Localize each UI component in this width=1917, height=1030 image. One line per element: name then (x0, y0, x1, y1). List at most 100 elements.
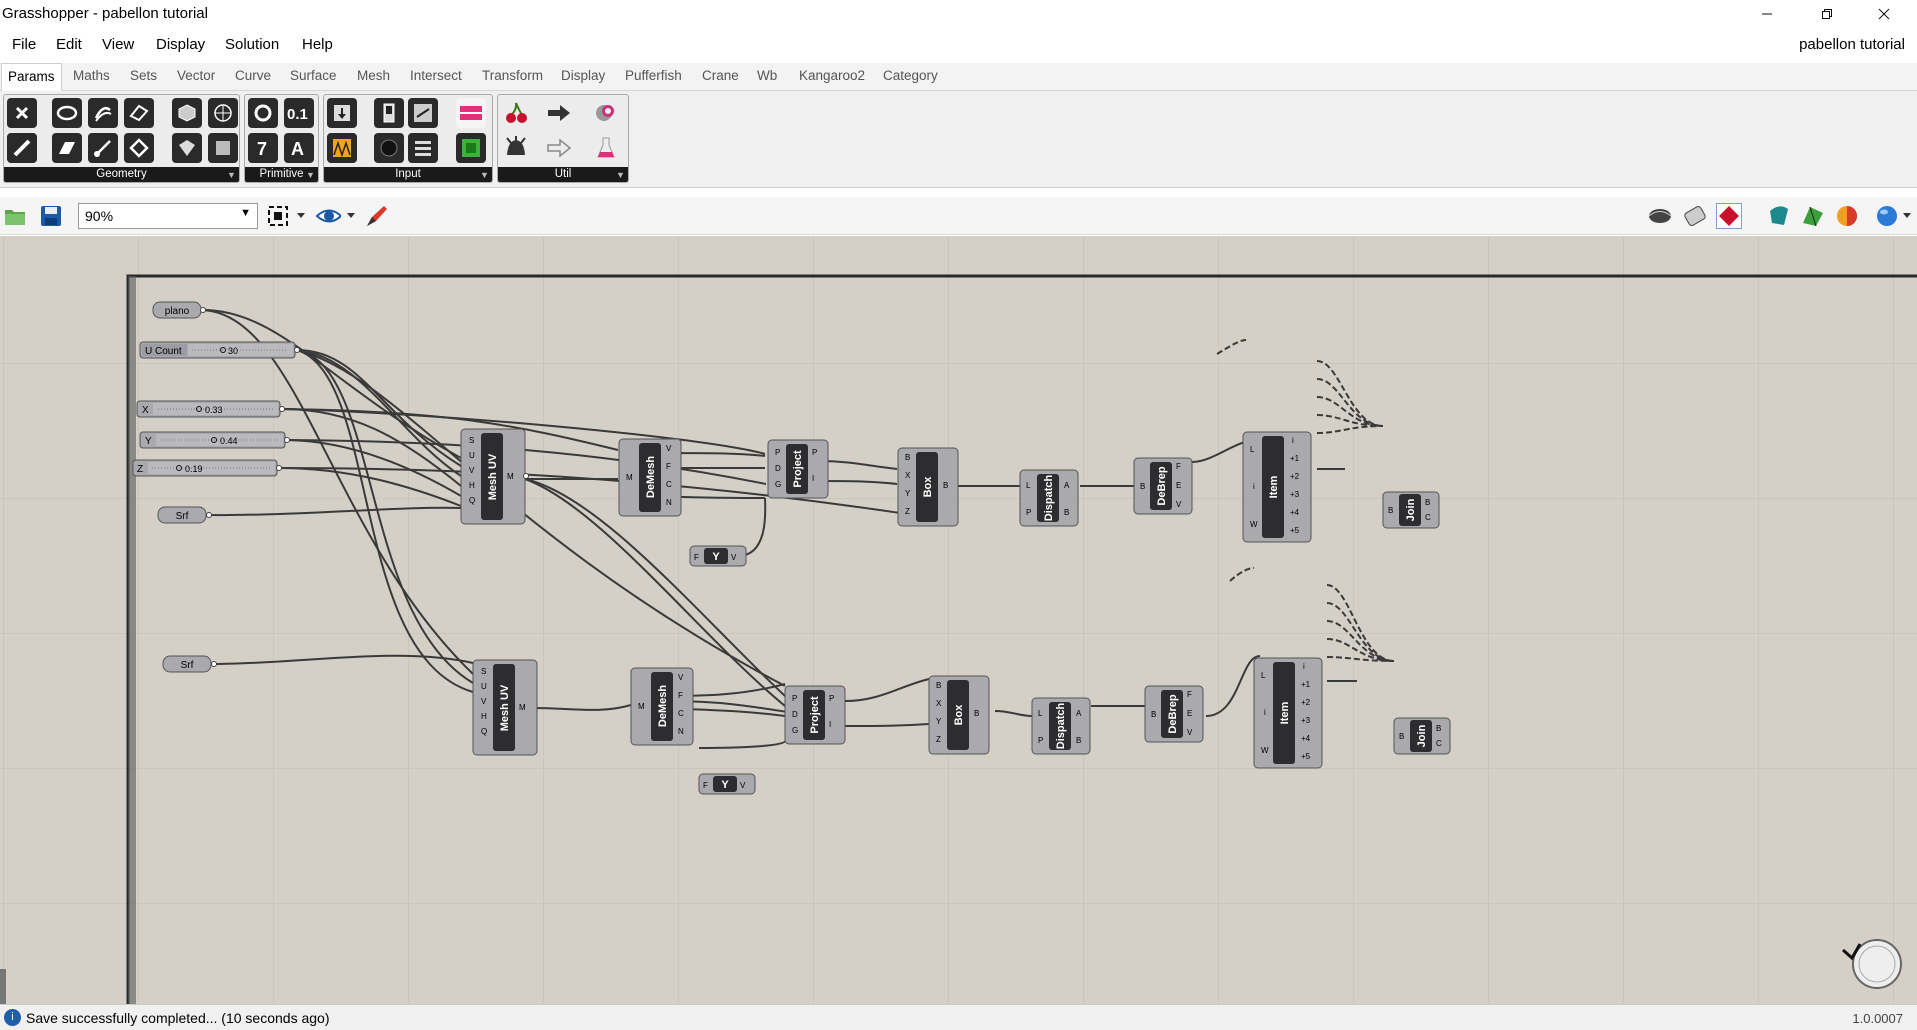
boolean-param-icon[interactable] (248, 98, 278, 128)
arc-param-icon[interactable] (88, 98, 118, 128)
plane-param-icon[interactable] (52, 133, 82, 163)
component-mesh-uv-top[interactable]: Mesh UV S U V H Q M (460, 428, 529, 525)
component-dispatch-top[interactable]: Dispatch L P A B (1019, 469, 1079, 527)
param-plano[interactable]: plano (152, 301, 206, 319)
slider-y[interactable]: Y 0.44 (139, 431, 290, 449)
component-join-bottom[interactable]: Join B B C (1393, 717, 1451, 755)
param-srf-bottom[interactable]: Srf (162, 655, 217, 673)
zoom-level-select[interactable]: 90% ▼ (78, 203, 258, 229)
open-file-icon[interactable] (2, 203, 28, 229)
tab-pufferfish[interactable]: Pufferfish (625, 68, 682, 83)
chevron-down-icon[interactable] (294, 203, 308, 229)
circle-param-icon[interactable] (52, 98, 82, 128)
component-dispatch-bottom[interactable]: Dispatch L P A B (1031, 697, 1091, 755)
component-project-top[interactable]: Project P D G P I (767, 439, 829, 499)
component-debrep-bottom[interactable]: DeBrep B F E V (1144, 685, 1204, 743)
box-param-icon[interactable] (172, 98, 202, 128)
component-item-bottom[interactable]: Item L i W i +1 +2 +3 +4 +5 (1253, 657, 1323, 769)
chevron-down-icon[interactable] (344, 203, 358, 229)
slider-u-count[interactable]: U Count 30 (139, 341, 300, 359)
tab-transform[interactable]: Transform (482, 68, 543, 83)
close-button[interactable] (1862, 0, 1906, 28)
component-box-top[interactable]: Box B X Y Z B (897, 447, 959, 527)
menu-file[interactable]: File (12, 36, 36, 53)
panel-expand-icon[interactable]: ▼ (306, 171, 315, 180)
component-box-bottom[interactable]: Box B X Y Z B (928, 675, 990, 755)
component-demesh-top[interactable]: DeMesh M V F C N (618, 438, 682, 517)
button-icon[interactable] (374, 133, 404, 163)
line-param-icon[interactable] (7, 133, 37, 163)
geometry-param-icon[interactable] (208, 133, 238, 163)
data-input-icon[interactable] (544, 133, 574, 163)
component-expression-top[interactable]: Y F V (689, 545, 747, 567)
preview-eye-icon[interactable] (315, 203, 341, 229)
component-join-top[interactable]: Join B B C (1382, 491, 1440, 529)
value-list-icon[interactable] (408, 133, 438, 163)
slider-x[interactable]: X 0.33 (136, 400, 285, 418)
image-sampler-icon[interactable] (456, 133, 486, 163)
tab-category[interactable]: Category (883, 68, 938, 83)
tab-maths[interactable]: Maths (73, 68, 110, 83)
preview-shaded-icon[interactable] (1682, 203, 1708, 229)
flask-icon[interactable] (591, 133, 621, 163)
tab-wb[interactable]: Wb (757, 68, 777, 83)
tab-display[interactable]: Display (561, 68, 605, 83)
point-param-icon[interactable] (7, 98, 37, 128)
tab-intersect[interactable]: Intersect (410, 68, 462, 83)
component-project-bottom[interactable]: Project P D G P I (784, 685, 846, 745)
gradient-icon[interactable] (456, 98, 486, 128)
slider-icon[interactable] (408, 98, 438, 128)
mesh-quality-icon[interactable] (1800, 203, 1826, 229)
preview-selected-icon[interactable] (1716, 203, 1742, 229)
cherry-picker-icon[interactable] (501, 98, 531, 128)
menu-solution[interactable]: Solution (225, 36, 279, 53)
tab-curve[interactable]: Curve (235, 68, 271, 83)
number-param-icon[interactable]: 0.1 (284, 98, 314, 128)
component-expression-bottom[interactable]: Y F V (698, 773, 756, 795)
restore-button[interactable] (1805, 0, 1849, 28)
material-sphere-icon[interactable] (1834, 203, 1860, 229)
panel-expand-icon[interactable]: ▼ (227, 171, 236, 180)
panel-expand-icon[interactable]: ▼ (616, 171, 625, 180)
tab-params[interactable]: Params (1, 63, 62, 91)
component-mesh-uv-bottom[interactable]: Mesh UV S U V H Q M (472, 659, 538, 756)
brep-param-icon[interactable] (172, 133, 202, 163)
save-file-icon[interactable] (38, 203, 64, 229)
grasshopper-canvas[interactable]: plano U Count 30 X 0.33 Y 0.44 Z 0.19 Sr… (0, 236, 1917, 1004)
panel-expand-icon[interactable]: ▼ (480, 171, 489, 180)
surface-param-icon[interactable] (124, 133, 154, 163)
sketch-pen-icon[interactable] (364, 203, 390, 229)
panel-component-icon[interactable] (327, 98, 357, 128)
chevron-down-icon[interactable] (1900, 203, 1914, 229)
graph-mapper-icon[interactable] (327, 133, 357, 163)
component-demesh-bottom[interactable]: DeMesh M V F C N (630, 667, 694, 746)
param-srf-top[interactable]: Srf (157, 506, 212, 524)
component-debrep-top[interactable]: DeBrep B F E V (1133, 457, 1193, 515)
tab-mesh[interactable]: Mesh (357, 68, 390, 83)
menu-view[interactable]: View (102, 36, 134, 53)
curve-param-icon[interactable] (124, 98, 154, 128)
display-sphere-icon[interactable] (1874, 203, 1900, 229)
tab-surface[interactable]: Surface (290, 68, 337, 83)
tab-kangaroo2[interactable]: Kangaroo2 (799, 68, 865, 83)
canvas-graph[interactable]: plano U Count 30 X 0.33 Y 0.44 Z 0.19 Sr… (0, 236, 1917, 1004)
menu-edit[interactable]: Edit (56, 36, 82, 53)
galapagos-icon[interactable] (501, 133, 531, 163)
component-item-top[interactable]: Item L i W i +1 +2 +3 +4 +5 (1242, 431, 1312, 543)
menu-display[interactable]: Display (156, 36, 205, 53)
tab-crane[interactable]: Crane (702, 68, 739, 83)
zoom-extents-icon[interactable] (265, 203, 291, 229)
minimize-button[interactable] (1745, 0, 1789, 28)
toggle-icon[interactable] (374, 98, 404, 128)
menu-help[interactable]: Help (302, 36, 333, 53)
tab-sets[interactable]: Sets (130, 68, 157, 83)
tab-vector[interactable]: Vector (177, 68, 215, 83)
bake-icon[interactable] (1766, 203, 1792, 229)
integer-param-icon[interactable]: 7 (248, 133, 278, 163)
fitness-icon[interactable] (591, 98, 621, 128)
preview-wireframe-icon[interactable] (1647, 203, 1673, 229)
vector-param-icon[interactable] (88, 133, 118, 163)
data-output-icon[interactable] (544, 98, 574, 128)
mesh-param-icon[interactable] (208, 98, 238, 128)
slider-z[interactable]: Z 0.19 (132, 459, 282, 477)
